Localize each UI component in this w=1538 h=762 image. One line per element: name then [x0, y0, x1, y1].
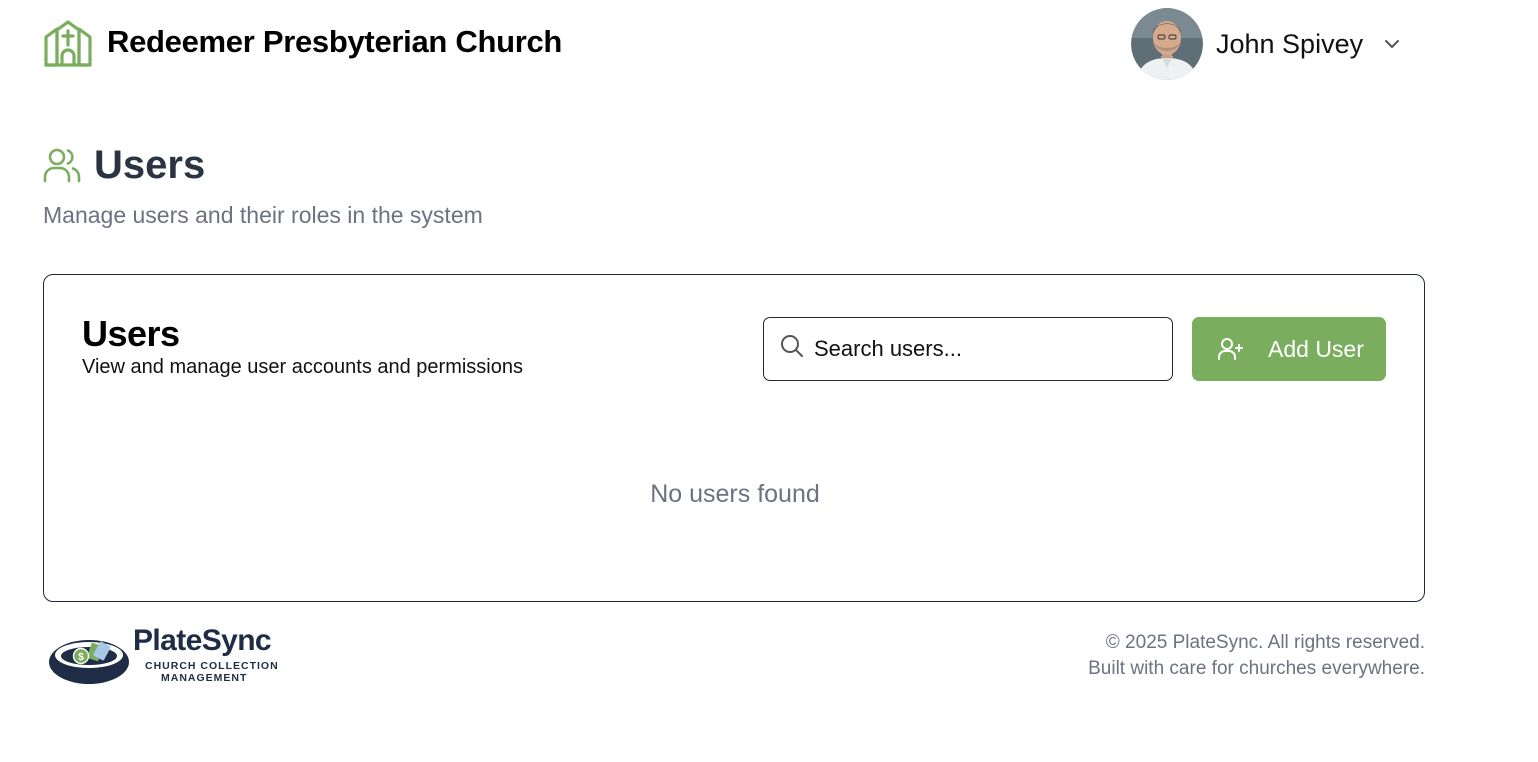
collection-plate-icon: $ [49, 640, 129, 684]
users-card: Users View and manage user accounts and … [43, 274, 1425, 602]
card-subtitle: View and manage user accounts and permis… [82, 356, 523, 378]
search-box[interactable] [763, 317, 1173, 381]
logo-name: PlateSync [133, 624, 272, 657]
users-icon [43, 148, 81, 183]
avatar [1131, 8, 1203, 80]
page-subtitle: Manage users and their roles in the syst… [43, 202, 483, 228]
church-name: Redeemer Presbyterian Church [107, 24, 563, 59]
logo-subtitle-line1: CHURCH COLLECTION [145, 660, 279, 672]
user-plus-icon [1218, 338, 1243, 360]
top-header: Redeemer Presbyterian Church John Spivey [0, 0, 1538, 90]
svg-text:$: $ [78, 652, 84, 663]
logo-subtitle-line2: MANAGEMENT [161, 672, 248, 684]
search-icon [781, 335, 803, 357]
empty-state-message: No users found [650, 480, 820, 508]
church-icon [44, 20, 92, 67]
card-title: Users [82, 313, 180, 354]
user-name: John Spivey [1216, 28, 1364, 59]
add-user-button[interactable]: Add User [1192, 317, 1386, 381]
add-user-label: Add User [1268, 335, 1364, 362]
platesync-logo: $ PlateSync CHURCH COLLECTION MANAGEMENT [43, 620, 278, 692]
search-input[interactable] [814, 318, 1164, 379]
chevron-down-icon[interactable] [1383, 38, 1401, 50]
page-title: Users [94, 143, 206, 187]
user-menu[interactable]: John Spivey [1131, 8, 1401, 80]
footer-tagline: Built with care for churches everywhere. [1088, 658, 1425, 679]
footer-copyright: © 2025 PlateSync. All rights reserved. [1105, 632, 1425, 653]
